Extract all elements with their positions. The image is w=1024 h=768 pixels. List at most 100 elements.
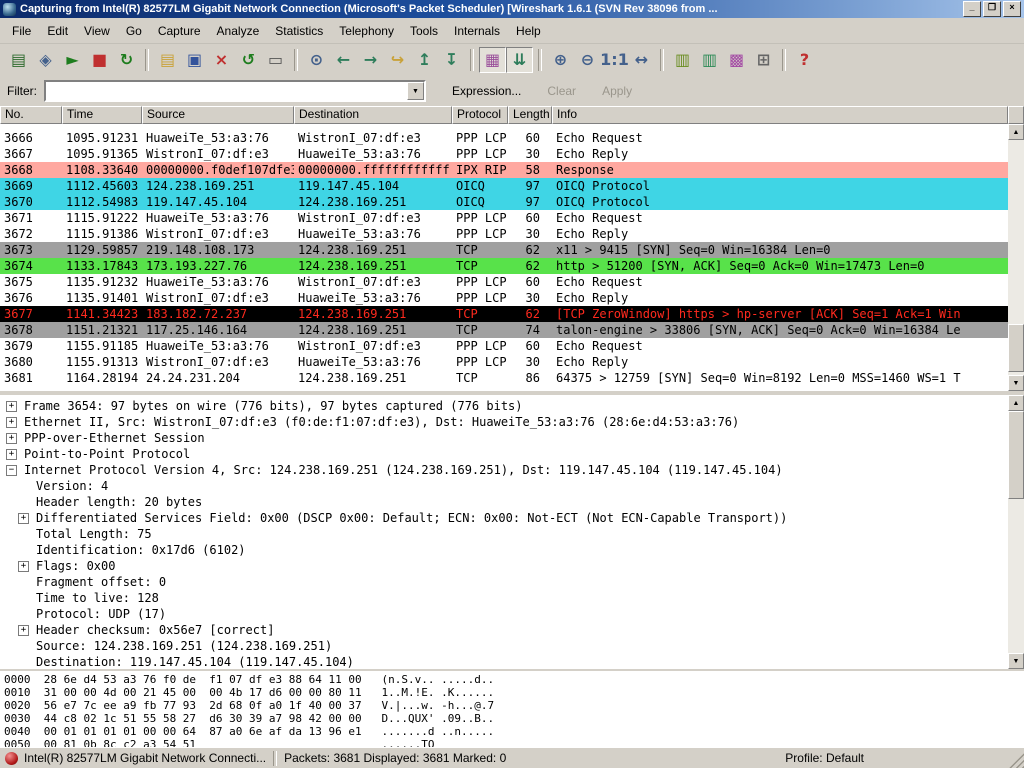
- menu-view[interactable]: View: [76, 21, 118, 41]
- stop-capture-button[interactable]: ■: [86, 47, 113, 73]
- column-header-info[interactable]: Info: [552, 106, 1008, 124]
- filter-dropdown-button[interactable]: ▼: [407, 82, 424, 100]
- detail-line[interactable]: Destination: 119.147.45.104 (119.147.45.…: [0, 654, 1008, 669]
- menu-statistics[interactable]: Statistics: [267, 21, 331, 41]
- menu-internals[interactable]: Internals: [446, 21, 508, 41]
- detail-line[interactable]: Time to live: 128: [0, 590, 1008, 606]
- maximize-button[interactable]: ❐: [983, 1, 1001, 17]
- go-forward-button[interactable]: →: [357, 47, 384, 73]
- start-capture-button[interactable]: ►: [59, 47, 86, 73]
- packet-list-scrollbar[interactable]: ▲ ▼: [1008, 124, 1024, 391]
- scroll-down-icon[interactable]: ▼: [1008, 375, 1024, 391]
- collapse-icon[interactable]: −: [6, 464, 17, 476]
- column-header-length[interactable]: Length: [508, 106, 552, 124]
- packet-row-3667[interactable]: 3667 1095.91365 WistronI_07:df:e3 HuaweiTe_…: [0, 146, 1008, 162]
- detail-line[interactable]: Fragment offset: 0: [0, 574, 1008, 590]
- expand-icon[interactable]: +: [6, 432, 17, 444]
- detail-line[interactable]: Source: 124.238.169.251 (124.238.169.251…: [0, 638, 1008, 654]
- clear-button[interactable]: Clear: [547, 84, 576, 98]
- minimize-button[interactable]: _: [963, 1, 981, 17]
- expand-icon[interactable]: +: [6, 416, 17, 428]
- zoom-normal-button[interactable]: 1:1: [600, 47, 629, 73]
- expand-icon[interactable]: +: [18, 512, 29, 524]
- hex-line[interactable]: 0030 44 c8 02 1c 51 55 58 27 d6 30 39 a7…: [4, 712, 1024, 725]
- restart-capture-button[interactable]: ↻: [113, 47, 140, 73]
- close-window-button[interactable]: ×: [1003, 1, 1021, 17]
- detail-line[interactable]: + PPP-over-Ethernet Session: [0, 430, 1008, 446]
- packet-row-3672[interactable]: 3672 1115.91386 WistronI_07:df:e3 HuaweiTe_…: [0, 226, 1008, 242]
- goto-first-button[interactable]: ↥: [411, 47, 438, 73]
- menu-tools[interactable]: Tools: [402, 21, 446, 41]
- packet-row-3673[interactable]: 3673 1129.59857 219.148.108.173 124.238.169…: [0, 242, 1008, 258]
- capture-filter-button[interactable]: ▥: [669, 47, 696, 73]
- reload-button[interactable]: ↺: [235, 47, 262, 73]
- resize-grip[interactable]: [1009, 753, 1024, 768]
- details-scrollbar-thumb[interactable]: [1008, 411, 1024, 499]
- go-back-button[interactable]: ←: [330, 47, 357, 73]
- packet-row-3675[interactable]: 3675 1135.91232 HuaweiTe_53:a3:76 WistronI_…: [0, 274, 1008, 290]
- expand-icon[interactable]: +: [18, 624, 29, 636]
- menu-edit[interactable]: Edit: [39, 21, 76, 41]
- save-file-button[interactable]: ▣: [181, 47, 208, 73]
- goto-packet-button[interactable]: ↪: [384, 47, 411, 73]
- detail-line[interactable]: + Frame 3654: 97 bytes on wire (776 bits)…: [0, 398, 1008, 414]
- colorize-toggle[interactable]: ▦: [479, 47, 506, 73]
- list-interfaces-button[interactable]: ▤: [5, 47, 32, 73]
- expand-icon[interactable]: +: [18, 560, 29, 572]
- detail-line[interactable]: − Internet Protocol Version 4, Src: 124.2…: [0, 462, 1008, 478]
- expand-icon[interactable]: +: [6, 400, 17, 412]
- packet-row-3668[interactable]: 3668 1108.33640 00000000.f0def107dfe3 00000…: [0, 162, 1008, 178]
- resize-columns-button[interactable]: ↔: [628, 47, 655, 73]
- menu-go[interactable]: Go: [118, 21, 150, 41]
- open-file-button[interactable]: ▤: [154, 47, 181, 73]
- packet-row-3670[interactable]: 3670 1112.54983 119.147.45.104 124.238.169.…: [0, 194, 1008, 210]
- packet-row-3681[interactable]: 3681 1164.28194 24.24.231.204 124.238.169.2…: [0, 370, 1008, 386]
- help-button[interactable]: ?: [791, 47, 818, 73]
- menu-telephony[interactable]: Telephony: [331, 21, 402, 41]
- menu-file[interactable]: File: [4, 21, 39, 41]
- menu-help[interactable]: Help: [508, 21, 549, 41]
- coloring-rules-button[interactable]: ▩: [723, 47, 750, 73]
- autoscroll-toggle[interactable]: ⇊: [506, 47, 533, 73]
- column-header-time[interactable]: Time: [62, 106, 142, 124]
- expression-button[interactable]: Expression...: [452, 84, 521, 98]
- hex-line[interactable]: 0050 00 81 0b 8c c2 a3 54 51 ......TQ: [4, 738, 1024, 747]
- packet-row-3674[interactable]: 3674 1133.17843 173.193.227.76 124.238.169.…: [0, 258, 1008, 274]
- column-header-protocol[interactable]: Protocol: [452, 106, 508, 124]
- detail-line[interactable]: + Differentiated Services Field: 0x00 (DS…: [0, 510, 1008, 526]
- packet-row-3677[interactable]: 3677 1141.34423 183.182.72.237 124.238.169.…: [0, 306, 1008, 322]
- packet-row-3680[interactable]: 3680 1155.91313 WistronI_07:df:e3 HuaweiTe_…: [0, 354, 1008, 370]
- column-header-destination[interactable]: Destination: [294, 106, 452, 124]
- detail-line[interactable]: Total Length: 75: [0, 526, 1008, 542]
- zoom-out-button[interactable]: ⊖: [574, 47, 601, 73]
- filter-input[interactable]: [46, 82, 407, 100]
- apply-button[interactable]: Apply: [602, 84, 632, 98]
- find-packet-button[interactable]: ⊙: [303, 47, 330, 73]
- detail-line[interactable]: + Point-to-Point Protocol: [0, 446, 1008, 462]
- capture-options-button[interactable]: ◈: [32, 47, 59, 73]
- preferences-button[interactable]: ⊞: [750, 47, 777, 73]
- scroll-up-icon[interactable]: ▲: [1008, 124, 1024, 140]
- details-scrollbar[interactable]: ▲ ▼: [1008, 395, 1024, 669]
- menu-analyze[interactable]: Analyze: [209, 21, 268, 41]
- packet-row-3671[interactable]: 3671 1115.91222 HuaweiTe_53:a3:76 WistronI_…: [0, 210, 1008, 226]
- close-file-button[interactable]: ×: [208, 47, 235, 73]
- hex-line[interactable]: 0000 28 6e d4 53 a3 76 f0 de f1 07 df e3…: [4, 673, 1024, 686]
- display-filter-button[interactable]: ▥: [696, 47, 723, 73]
- packet-list-scrollbar-thumb[interactable]: [1008, 324, 1024, 372]
- scroll-down-icon[interactable]: ▼: [1008, 653, 1024, 669]
- column-header-source[interactable]: Source: [142, 106, 294, 124]
- detail-line[interactable]: Header length: 20 bytes: [0, 494, 1008, 510]
- zoom-in-button[interactable]: ⊕: [547, 47, 574, 73]
- detail-line[interactable]: Version: 4: [0, 478, 1008, 494]
- packet-row-3669[interactable]: 3669 1112.45603 124.238.169.251 119.147.45.…: [0, 178, 1008, 194]
- expert-info-icon[interactable]: [5, 751, 18, 765]
- detail-line[interactable]: Identification: 0x17d6 (6102): [0, 542, 1008, 558]
- print-button[interactable]: ▭: [262, 47, 289, 73]
- scroll-up-icon[interactable]: ▲: [1008, 395, 1024, 411]
- hex-line[interactable]: 0040 00 01 01 01 01 00 00 64 87 a0 6e af…: [4, 725, 1024, 738]
- column-header-no[interactable]: No.: [0, 106, 62, 124]
- menu-capture[interactable]: Capture: [150, 21, 209, 41]
- packet-row-3666[interactable]: 3666 1095.91231 HuaweiTe_53:a3:76 WistronI_…: [0, 130, 1008, 146]
- detail-line[interactable]: Protocol: UDP (17): [0, 606, 1008, 622]
